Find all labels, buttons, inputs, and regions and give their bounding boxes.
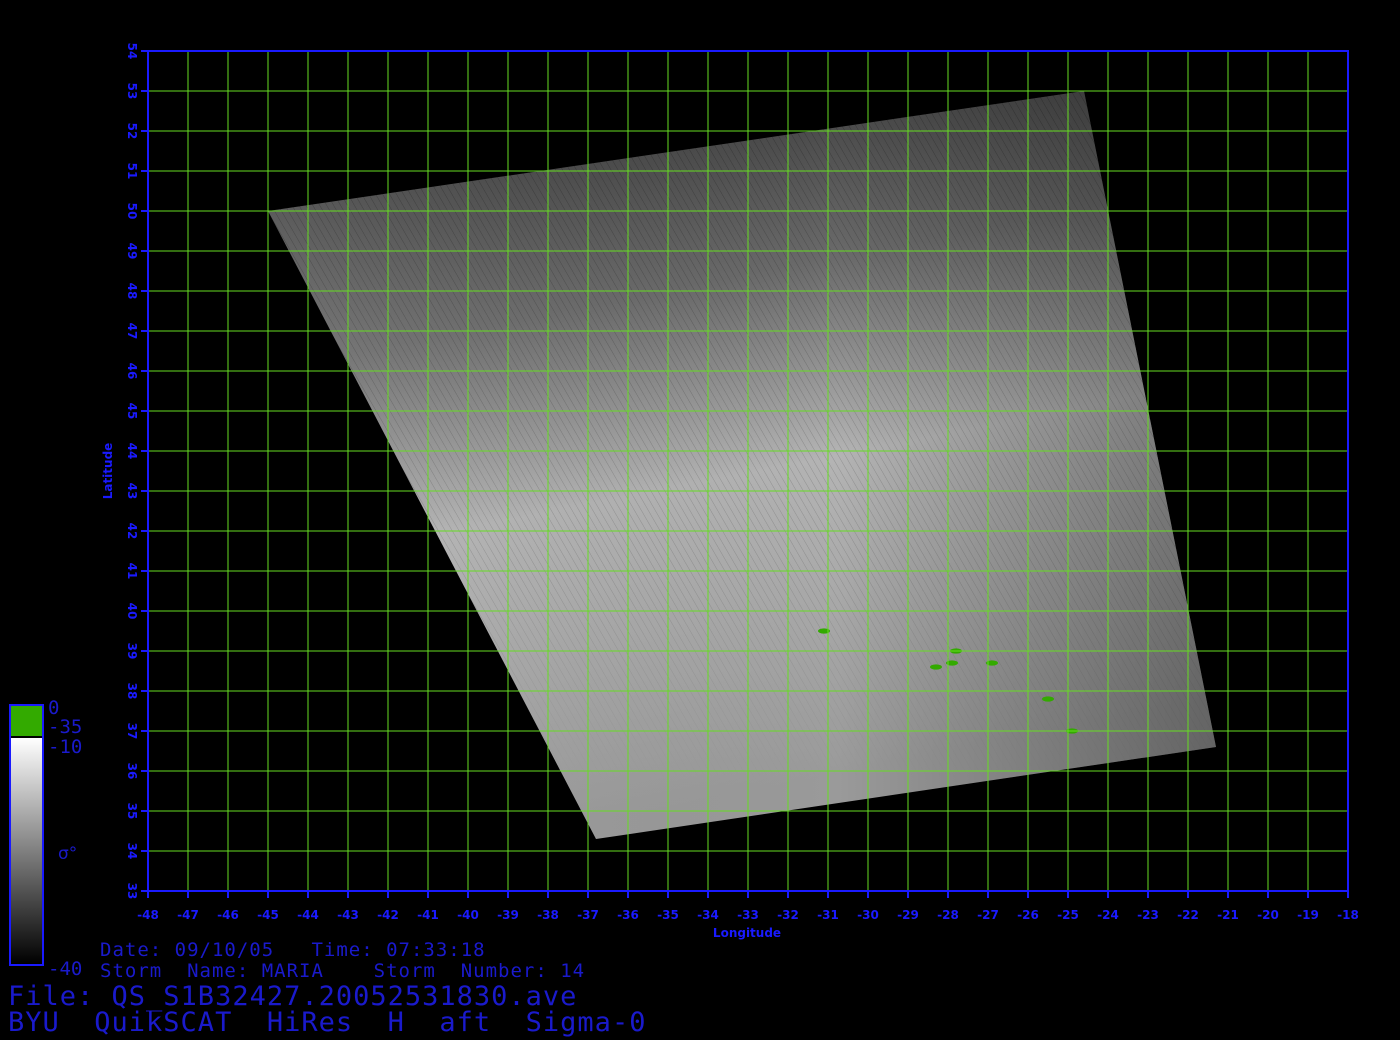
colorbar-tick-minus40: -40 (48, 958, 82, 980)
swath-speckle (268, 91, 1216, 839)
x-tick-label: -43 (337, 908, 359, 922)
colorbar-label: σ° (58, 844, 77, 864)
x-tick-label: -36 (617, 908, 639, 922)
x-tick-label: -40 (457, 908, 479, 922)
x-tick-label: -18 (1337, 908, 1359, 922)
colorbar-land-segment (11, 706, 42, 736)
y-tick-label: 51 (125, 163, 139, 180)
y-tick-label: 53 (125, 83, 139, 100)
y-tick-label: 49 (125, 243, 139, 260)
x-tick-label: -21 (1217, 908, 1239, 922)
y-tick-label: 35 (125, 803, 139, 820)
x-tick-label: -29 (897, 908, 919, 922)
x-tick-label: -28 (937, 908, 959, 922)
y-tick-label: 48 (125, 283, 139, 300)
x-tick-label: -34 (697, 908, 719, 922)
y-tick-label: 38 (125, 683, 139, 700)
colorbar-tick-minus35: -35 (48, 716, 82, 738)
x-tick-label: -26 (1017, 908, 1039, 922)
x-tick-label: -22 (1177, 908, 1199, 922)
y-tick-label: 41 (125, 563, 139, 580)
colorbar: 0 -35 -10 σ° -40 (9, 697, 82, 980)
y-tick-label: 42 (125, 523, 139, 540)
island-1 (930, 664, 942, 670)
y-tick-label: 45 (125, 403, 139, 420)
swath-layer (268, 91, 1216, 839)
y-tick-label: 37 (125, 723, 139, 740)
x-tick-label: -31 (817, 908, 839, 922)
x-tick-label: -25 (1057, 908, 1079, 922)
date-time-line: Date: 09/10/05 Time: 07:33:18 (100, 939, 486, 961)
y-tick-label: 54 (125, 43, 139, 60)
product-line: BYU QuikSCAT HiRes H aft Sigma-0 (8, 1007, 647, 1038)
x-tick-label: -30 (857, 908, 879, 922)
x-tick-label: -38 (537, 908, 559, 922)
y-tick-label: 43 (125, 483, 139, 500)
x-tick-label: -19 (1297, 908, 1319, 922)
lat-lon-grid (147, 50, 1349, 892)
colorbar-gradient (11, 738, 42, 964)
y-tick-label: 47 (125, 323, 139, 340)
x-tick-label: -41 (417, 908, 439, 922)
y-tick-label: 33 (125, 883, 139, 900)
longitude-ticks: -48 -47 -46 -45 -44 -43 -42 -41 -40 -39 -38 -37 -36 -… (137, 891, 1359, 922)
y-tick-label: 52 (125, 123, 139, 140)
x-tick-label: -42 (377, 908, 399, 922)
storm-line: Storm Name: MARIA Storm Number: 14 (100, 960, 586, 982)
colorbar-tick-minus10: -10 (48, 736, 82, 758)
x-tick-label: -20 (1257, 908, 1279, 922)
x-tick-label: -39 (497, 908, 519, 922)
y-tick-label: 34 (125, 843, 139, 860)
island-5 (1042, 696, 1054, 702)
x-tick-label: -27 (977, 908, 999, 922)
scatterometer-map: -48 -47 -46 -45 -44 -43 -42 -41 -40 -39 -38 -37 -36 -… (9, 43, 1359, 980)
x-tick-label: -35 (657, 908, 679, 922)
y-axis-label: Latitude (101, 443, 115, 500)
x-tick-label: -47 (177, 908, 199, 922)
y-tick-label: 44 (125, 443, 139, 460)
y-tick-label: 50 (125, 203, 139, 220)
x-tick-label: -37 (577, 908, 599, 922)
x-tick-label: -33 (737, 908, 759, 922)
x-tick-label: -23 (1137, 908, 1159, 922)
x-tick-label: -24 (1097, 908, 1119, 922)
x-axis-label: Longitude (713, 926, 781, 940)
y-tick-label: 46 (125, 363, 139, 380)
y-tick-label: 39 (125, 643, 139, 660)
latitude-ticks: 33 34 35 36 37 38 39 40 41 42 43 44 45 46 47 48 49 50 51 52… (125, 43, 148, 900)
x-tick-label: -32 (777, 908, 799, 922)
x-tick-label: -48 (137, 908, 159, 922)
y-tick-label: 36 (125, 763, 139, 780)
x-tick-label: -45 (257, 908, 279, 922)
x-tick-label: -44 (297, 908, 319, 922)
y-tick-label: 40 (125, 603, 139, 620)
x-tick-label: -46 (217, 908, 239, 922)
